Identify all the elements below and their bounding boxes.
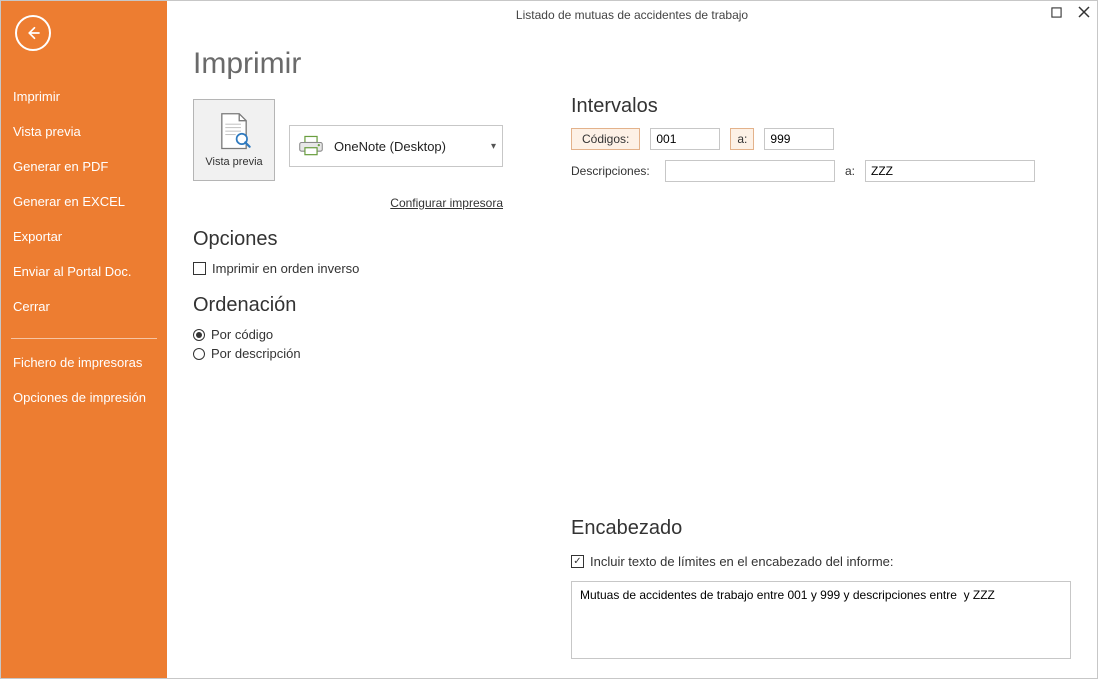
content: Imprimir Vista previa (167, 1, 1097, 678)
orden-por-codigo-radio[interactable] (193, 329, 205, 341)
printer-name: OneNote (Desktop) (334, 139, 491, 154)
descripciones-to-input[interactable] (865, 160, 1035, 182)
sidebar-item-generar-excel[interactable]: Generar en EXCEL (11, 184, 157, 219)
close-button[interactable] (1075, 3, 1093, 21)
window-title: Listado de mutuas de accidentes de traba… (516, 8, 748, 22)
intervalos-heading: Intervalos (571, 95, 1071, 118)
codigos-to-input[interactable] (764, 128, 834, 150)
descripciones-from-input[interactable] (665, 160, 835, 182)
include-limits-label: Incluir texto de límites en el encabezad… (590, 554, 894, 569)
printer-icon (298, 135, 324, 157)
opciones-heading: Opciones (193, 228, 543, 251)
sidebar-item-generar-pdf[interactable]: Generar en PDF (11, 149, 157, 184)
include-limits-checkbox[interactable]: ✓ (571, 555, 584, 568)
sidebar-item-exportar[interactable]: Exportar (11, 219, 157, 254)
sidebar-item-cerrar[interactable]: Cerrar (11, 289, 157, 324)
ordenacion-heading: Ordenación (193, 294, 543, 317)
configurar-impresora-link[interactable]: Configurar impresora (390, 196, 503, 210)
back-button[interactable] (15, 15, 51, 51)
codigos-a-label: a: (730, 128, 754, 150)
sidebar-item-opciones-impresion[interactable]: Opciones de impresión (11, 380, 157, 415)
printer-select[interactable]: OneNote (Desktop) ▾ (289, 125, 503, 167)
header-text-textarea[interactable] (571, 581, 1071, 659)
page-title: Imprimir (193, 47, 543, 81)
reverse-order-label: Imprimir en orden inverso (212, 261, 359, 276)
descripciones-a-label: a: (845, 164, 855, 178)
chevron-down-icon: ▾ (491, 141, 496, 152)
orden-por-descripcion-radio[interactable] (193, 348, 205, 360)
orden-por-codigo-label: Por código (211, 327, 273, 342)
reverse-order-checkbox[interactable] (193, 262, 206, 275)
sidebar-item-fichero-impresoras[interactable]: Fichero de impresoras (11, 345, 157, 380)
sidebar: Imprimir Vista previa Generar en PDF Gen… (1, 1, 167, 678)
sidebar-separator (11, 338, 157, 339)
orden-por-descripcion-label: Por descripción (211, 346, 301, 361)
vista-previa-button[interactable]: Vista previa (193, 99, 275, 181)
sidebar-item-imprimir[interactable]: Imprimir (11, 79, 157, 114)
descripciones-label: Descripciones: (571, 164, 655, 178)
maximize-button[interactable] (1047, 3, 1065, 21)
document-magnify-icon (216, 112, 252, 152)
codigos-from-input[interactable] (650, 128, 720, 150)
vista-previa-label: Vista previa (205, 156, 262, 168)
window: Listado de mutuas de accidentes de traba… (0, 0, 1098, 679)
titlebar: Listado de mutuas de accidentes de traba… (167, 1, 1097, 29)
sidebar-item-enviar-portal[interactable]: Enviar al Portal Doc. (11, 254, 157, 289)
sidebar-item-vista-previa[interactable]: Vista previa (11, 114, 157, 149)
codigos-label: Códigos: (571, 128, 640, 150)
encabezado-heading: Encabezado (571, 517, 1071, 540)
